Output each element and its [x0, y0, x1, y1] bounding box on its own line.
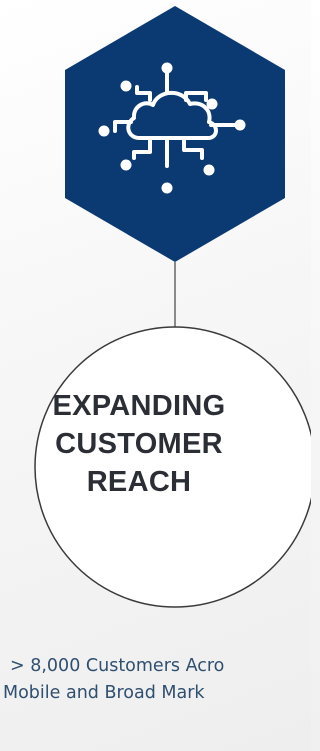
caption-line-2: Mobile and Broad Mark [3, 683, 205, 703]
diagram-canvas [34, 6, 311, 608]
circle-label-line-3: REACH [86, 466, 192, 498]
hexagon-badge [65, 6, 285, 262]
circle-label-line-1: EXPANDING [52, 390, 226, 422]
circle-label: EXPANDING CUSTOMER REACH [35, 387, 243, 501]
caption: > 8,000 Customers Acro Mobile and Broad … [0, 653, 311, 707]
caption-line-1: > 8,000 Customers Acro [10, 656, 225, 676]
circle-label-line-2: CUSTOMER [55, 428, 223, 460]
